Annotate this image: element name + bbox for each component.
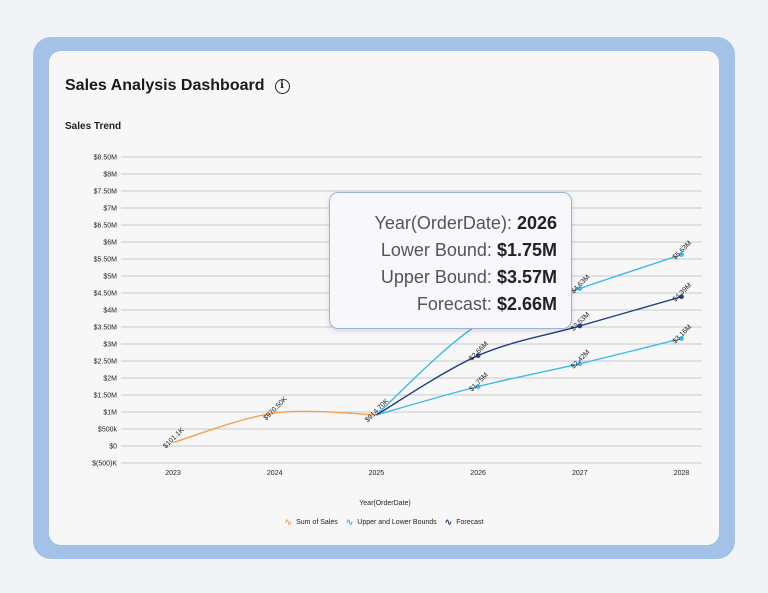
x-tick-label: 2028 (674, 470, 690, 477)
x-tick-label: 2024 (267, 470, 283, 477)
x-tick-label: 2026 (470, 470, 486, 477)
y-tick-label: $2M (103, 376, 117, 383)
data-label: $4.63M (570, 274, 592, 296)
y-tick-label: $1M (103, 410, 117, 417)
x-axis-label: Year(OrderDate) (359, 500, 411, 507)
y-tick-label: $4.50M (94, 291, 118, 298)
data-label: $970.50K (263, 396, 289, 422)
y-tick-label: $7M (103, 206, 117, 213)
data-label: $3.53M (570, 311, 592, 333)
y-tick-label: $2.50M (94, 359, 118, 366)
lower-bound-line[interactable] (376, 337, 682, 416)
tooltip-forecast: Forecast: $2.66M (416, 294, 557, 314)
y-tick-label: $5.50M (94, 257, 118, 264)
y-tick-label: $6M (103, 240, 117, 247)
y-tick-label: $500k (98, 427, 118, 434)
x-tick-label: 2027 (572, 470, 588, 477)
chart-tooltip: Year(OrderDate): 2026 Lower Bound: $1.75… (329, 192, 572, 329)
y-tick-label: $7.50M (94, 189, 118, 196)
y-tick-label: $1.50M (94, 393, 118, 400)
y-tick-label: $3M (103, 342, 117, 349)
x-tick-label: 2025 (369, 470, 385, 477)
line-icon: ∿ (444, 517, 453, 527)
data-label: $914.70K (364, 398, 390, 424)
y-tick-label: $(500)K (92, 461, 117, 468)
data-label: $1.75M (468, 372, 490, 394)
x-tick-label: 2023 (165, 470, 181, 477)
y-tick-label: $8.50M (94, 155, 118, 162)
x-axis-ticks: 2023 2024 2025 2026 2027 2028 (165, 470, 689, 477)
y-tick-label: $4M (103, 308, 117, 315)
y-tick-label: $8M (103, 172, 117, 179)
legend: ∿ Sum of Sales ∿ Upper and Lower Bounds … (49, 517, 719, 528)
y-tick-label: $0 (109, 444, 117, 451)
line-icon: ∿ (284, 517, 293, 527)
tooltip-lower: Lower Bound: $1.75M (380, 240, 557, 260)
y-axis-ticks: $(500)K $0 $500k $1M $1.50M $2M $2.50M $3M $3.50… (92, 155, 117, 468)
legend-item-forecast[interactable]: ∿ Forecast (445, 517, 484, 528)
data-label: $5.63M (672, 240, 694, 262)
dashboard-card: Sales Analysis Dashboard i Sales Trend $… (49, 51, 719, 545)
tooltip-upper: Upper Bound: $3.57M (380, 267, 557, 287)
y-tick-label: $5M (103, 274, 117, 281)
dashboard-frame: Sales Analysis Dashboard i Sales Trend $… (33, 37, 735, 559)
y-tick-label: $6.50M (94, 223, 118, 230)
y-tick-label: $3.50M (94, 325, 118, 332)
legend-item-sales[interactable]: ∿ Sum of Sales (285, 517, 338, 528)
tooltip-year: Year(OrderDate): 2026 (374, 213, 557, 233)
legend-item-bounds[interactable]: ∿ Upper and Lower Bounds (346, 517, 437, 528)
data-label: $101.1K (162, 427, 186, 451)
line-icon: ∿ (345, 517, 354, 527)
sales-line[interactable] (172, 410, 377, 444)
data-label: $2.42M (570, 349, 592, 371)
